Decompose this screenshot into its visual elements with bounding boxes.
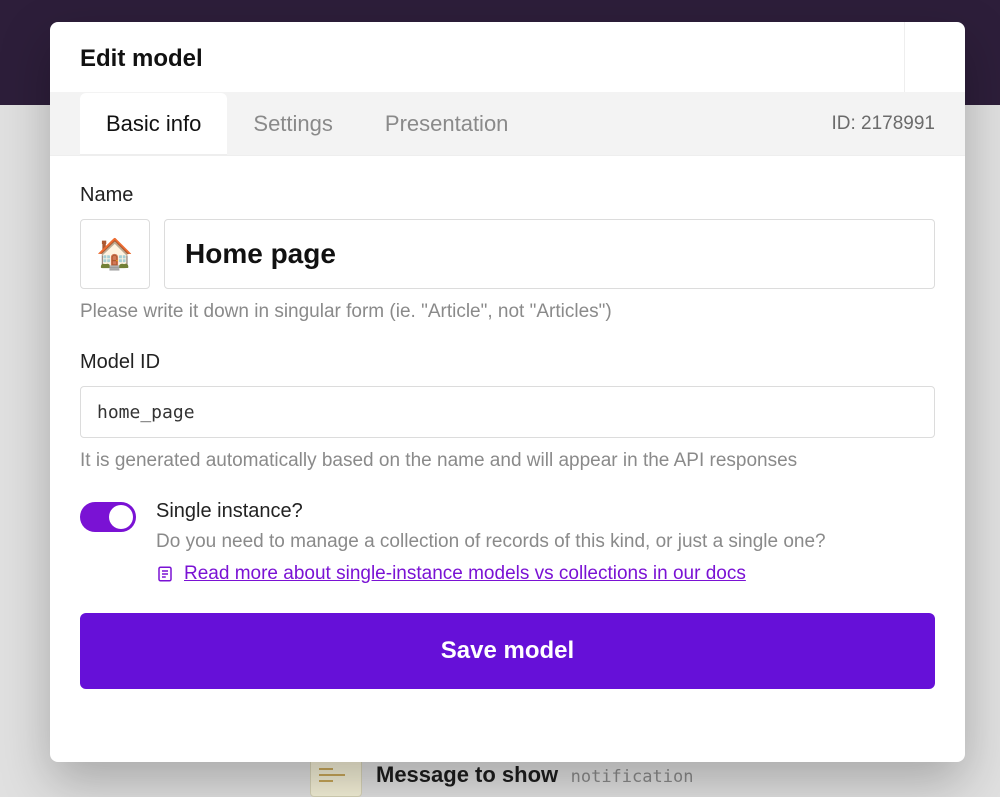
single-instance-description: Do you need to manage a collection of re… <box>156 531 935 553</box>
background-field-slug: notification <box>571 767 694 787</box>
edit-model-modal: Edit model Basic info Settings Presentat… <box>50 22 965 762</box>
tabs-row: Basic info Settings Presentation ID: 217… <box>50 92 965 156</box>
modal-title: Edit model <box>80 45 203 73</box>
modal-header: Edit model <box>50 22 965 92</box>
model-id-helper-text: It is generated automatically based on t… <box>80 450 935 472</box>
single-instance-toggle[interactable] <box>80 502 136 532</box>
close-button[interactable] <box>904 22 965 92</box>
model-name-input[interactable] <box>164 219 935 289</box>
book-icon <box>156 565 174 583</box>
toggle-knob <box>109 505 133 529</box>
model-id-field-label: Model ID <box>80 351 935 374</box>
model-id-label: ID: 2178991 <box>831 113 935 135</box>
model-id-input[interactable] <box>80 386 935 438</box>
tab-basic-info[interactable]: Basic info <box>80 93 227 155</box>
save-model-button[interactable]: Save model <box>80 613 935 689</box>
model-icon-picker[interactable]: 🏠 <box>80 219 150 289</box>
name-helper-text: Please write it down in singular form (i… <box>80 301 935 323</box>
tab-settings[interactable]: Settings <box>227 93 359 155</box>
docs-link[interactable]: Read more about single-instance models v… <box>184 563 746 585</box>
name-field-label: Name <box>80 184 935 207</box>
modal-body: Name 🏠 Please write it down in singular … <box>50 156 965 762</box>
tab-presentation[interactable]: Presentation <box>359 93 535 155</box>
single-instance-label: Single instance? <box>156 500 935 523</box>
background-field-title: Message to show <box>376 762 558 787</box>
